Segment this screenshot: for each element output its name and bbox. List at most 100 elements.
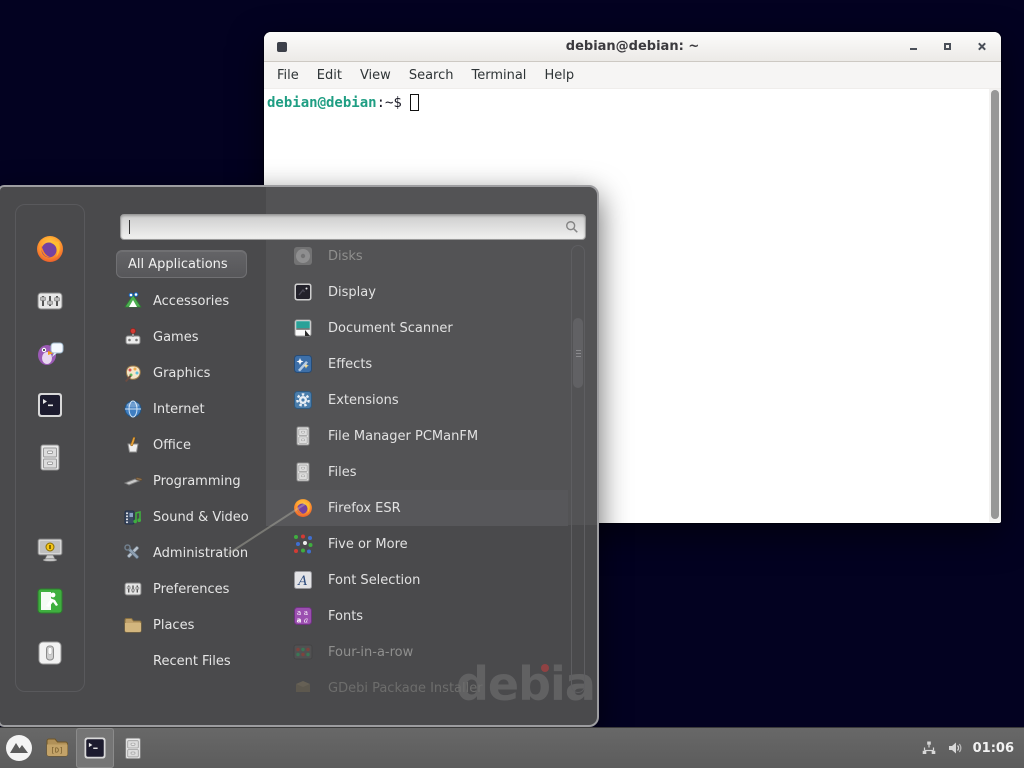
app-label: Fonts xyxy=(328,609,363,624)
terminal-titlebar[interactable]: debian@debian: ~ xyxy=(264,32,1001,62)
category-administration[interactable]: Administration xyxy=(116,535,276,571)
category-label: Places xyxy=(153,618,194,633)
category-preferences[interactable]: Preferences xyxy=(116,571,276,607)
lock-screen-icon xyxy=(34,533,66,565)
terminal-icon xyxy=(34,389,66,421)
category-label: Administration xyxy=(153,546,248,561)
favorite-firefox-button[interactable] xyxy=(33,233,67,285)
category-places[interactable]: Places xyxy=(116,607,276,643)
close-button[interactable] xyxy=(975,41,987,53)
shut-down-button[interactable] xyxy=(33,637,67,689)
app-label: Display xyxy=(328,285,376,300)
taskbar-file-manager-button[interactable] xyxy=(114,728,152,768)
taskbar-clock[interactable]: 01:06 xyxy=(973,741,1014,756)
app-item-four-in-a-row[interactable]: Four-in-a-row xyxy=(266,634,568,670)
menu-help[interactable]: Help xyxy=(535,64,583,87)
folder-icon: [D] xyxy=(44,735,70,761)
prompt-user-host: debian@debian xyxy=(267,95,377,111)
app-item-five-or-more[interactable]: Five or More xyxy=(266,526,568,562)
menu-scrollbar-thumb[interactable] xyxy=(573,318,583,388)
log-out-button[interactable] xyxy=(33,585,67,637)
app-item-firefox-esr[interactable]: Firefox ESR xyxy=(266,490,568,526)
category-accessories[interactable]: Accessories xyxy=(116,283,276,319)
minimize-button[interactable] xyxy=(907,41,919,53)
four-in-a-row-icon xyxy=(292,641,314,663)
preferences-icon xyxy=(123,579,143,599)
category-sound-video[interactable]: Sound & Video xyxy=(116,499,276,535)
firefox-icon xyxy=(292,497,314,519)
menu-search[interactable]: Search xyxy=(400,64,463,87)
fonts-icon: a a a a xyxy=(292,605,314,627)
category-internet[interactable]: Internet xyxy=(116,391,276,427)
terminal-scrollbar-thumb[interactable] xyxy=(991,90,999,519)
maximize-button[interactable] xyxy=(941,41,953,53)
app-label: Files xyxy=(328,465,357,480)
category-office[interactable]: Office xyxy=(116,427,276,463)
menu-scrollbar[interactable] xyxy=(571,245,585,693)
category-all-applications[interactable]: All Applications xyxy=(116,250,247,278)
scrollbar-grip xyxy=(576,350,581,351)
app-item-disks[interactable]: Disks xyxy=(266,245,568,274)
favorite-terminal-button[interactable] xyxy=(33,389,67,441)
file-cabinet-icon xyxy=(292,461,314,483)
pidgin-icon xyxy=(34,337,66,369)
application-list: Disks Display Document Scanner xyxy=(266,245,568,692)
app-item-files[interactable]: Files xyxy=(266,454,568,490)
terminal-scrollbar[interactable] xyxy=(989,89,1001,522)
menu-view[interactable]: View xyxy=(351,64,400,87)
svg-text:a: a xyxy=(297,617,302,625)
display-icon xyxy=(292,281,314,303)
menu-terminal[interactable]: Terminal xyxy=(462,64,535,87)
favorite-file-manager-button[interactable] xyxy=(33,441,67,493)
category-games[interactable]: Games xyxy=(116,319,276,355)
app-item-file-manager-pcmanfm[interactable]: File Manager PCManFM xyxy=(266,418,568,454)
category-programming[interactable]: Programming xyxy=(116,463,276,499)
effects-icon xyxy=(292,353,314,375)
favorite-settings-button[interactable] xyxy=(33,285,67,337)
desktop-folder-button[interactable]: [D] xyxy=(38,728,76,768)
category-label: Preferences xyxy=(153,582,229,597)
app-menu-button[interactable] xyxy=(0,728,38,768)
category-recent-files[interactable]: Recent Files xyxy=(116,643,276,679)
menu-file[interactable]: File xyxy=(268,64,308,87)
category-label: Programming xyxy=(153,474,241,489)
app-item-fonts[interactable]: a a a a Fonts xyxy=(266,598,568,634)
app-label: Five or More xyxy=(328,537,408,552)
app-label: GDebi Package Installer xyxy=(328,681,483,693)
internet-globe-icon xyxy=(123,399,143,419)
app-item-font-selection[interactable]: A Font Selection xyxy=(266,562,568,598)
gdebi-icon xyxy=(292,677,314,692)
category-graphics[interactable]: Graphics xyxy=(116,355,276,391)
menu-edit[interactable]: Edit xyxy=(308,64,351,87)
category-label: Graphics xyxy=(153,366,210,381)
lock-screen-button[interactable] xyxy=(33,533,67,585)
graphics-icon xyxy=(123,363,143,383)
taskbar-terminal-button[interactable] xyxy=(76,728,114,768)
app-item-document-scanner[interactable]: Document Scanner xyxy=(266,310,568,346)
terminal-window-title: debian@debian: ~ xyxy=(264,39,1001,54)
firefox-icon xyxy=(34,233,66,265)
app-item-gdebi-package-installer[interactable]: GDebi Package Installer xyxy=(266,670,568,692)
category-list: All Applications Accessories Games xyxy=(116,250,276,679)
programming-icon xyxy=(123,471,143,491)
search-text-caret xyxy=(129,220,130,234)
app-label: File Manager PCManFM xyxy=(328,429,478,444)
terminal-cursor xyxy=(410,94,419,111)
volume-icon[interactable] xyxy=(947,740,963,756)
app-item-extensions[interactable]: Extensions xyxy=(266,382,568,418)
search-icon xyxy=(565,220,579,234)
document-scanner-icon xyxy=(292,317,314,339)
menu-search-input[interactable] xyxy=(120,214,586,240)
network-icon[interactable] xyxy=(921,740,937,756)
terminal-icon xyxy=(81,734,109,762)
file-cabinet-icon xyxy=(120,735,146,761)
terminal-menubar: File Edit View Search Terminal Help xyxy=(264,62,1001,89)
taskbar: [D] xyxy=(0,727,1024,768)
minimize-icon xyxy=(910,48,917,50)
app-item-display[interactable]: Display xyxy=(266,274,568,310)
favorite-pidgin-button[interactable] xyxy=(33,337,67,389)
prompt-path: :~$ xyxy=(377,95,402,111)
accessories-icon xyxy=(123,291,143,311)
app-item-effects[interactable]: Effects xyxy=(266,346,568,382)
category-label: Accessories xyxy=(153,294,229,309)
